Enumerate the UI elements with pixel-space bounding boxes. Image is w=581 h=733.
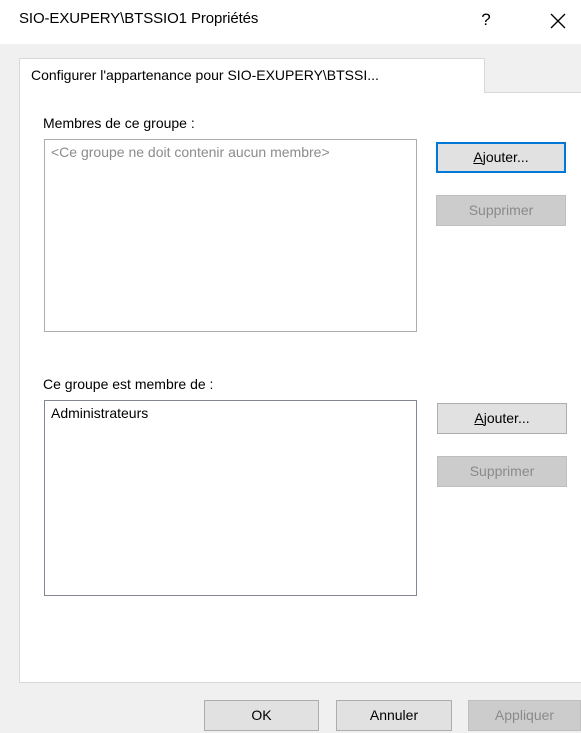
members-list[interactable]: <Ce groupe ne doit contenir aucun membre… [44, 139, 417, 332]
help-button[interactable]: ? [474, 6, 498, 34]
add-member-of-button[interactable]: Ajouter... [437, 403, 567, 434]
tab-label: Configurer l'appartenance pour SIO-EXUPE… [31, 67, 379, 83]
ok-button[interactable]: OK [204, 700, 319, 731]
remove-member-button[interactable]: Supprimer [436, 195, 566, 226]
cancel-button[interactable]: Annuler [336, 700, 452, 731]
properties-dialog: SIO-EXUPERY\BTSSIO1 Propriétés ? Configu… [0, 0, 581, 733]
apply-button[interactable]: Appliquer [468, 700, 581, 731]
member-of-label: Ce groupe est membre de : [43, 376, 214, 392]
close-icon[interactable] [543, 6, 573, 36]
tab-member-of[interactable]: Configurer l'appartenance pour SIO-EXUPE… [19, 58, 485, 93]
title-bar: SIO-EXUPERY\BTSSIO1 Propriétés ? [0, 0, 581, 44]
list-item[interactable]: Administrateurs [51, 405, 410, 421]
members-label: Membres de ce groupe : [43, 115, 195, 131]
list-item: <Ce groupe ne doit contenir aucun membre… [51, 144, 330, 160]
add-member-button[interactable]: Ajouter... [436, 142, 566, 173]
remove-member-of-button[interactable]: Supprimer [437, 456, 567, 487]
window-title: SIO-EXUPERY\BTSSIO1 Propriétés [19, 10, 259, 27]
member-of-list[interactable]: Administrateurs [44, 400, 417, 596]
